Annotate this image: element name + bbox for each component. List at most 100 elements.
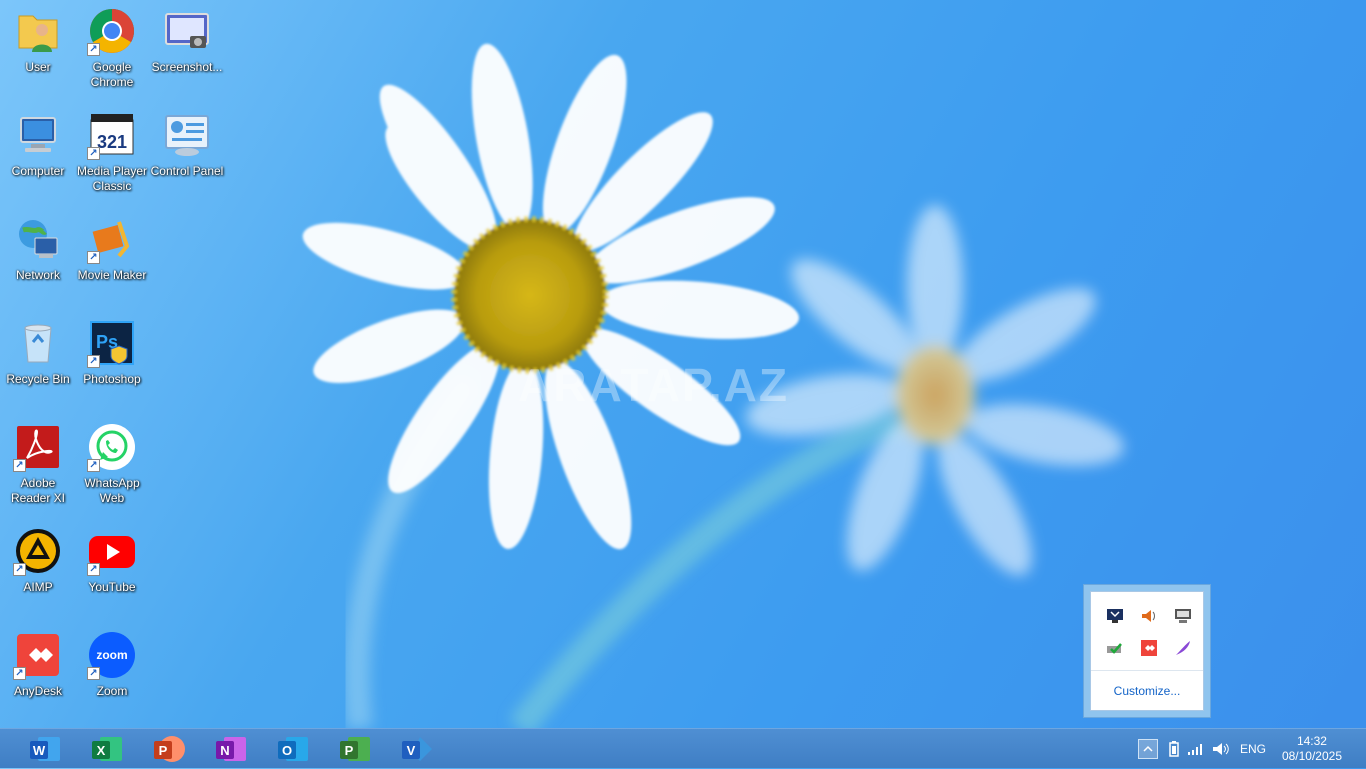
project-icon: P bbox=[340, 737, 370, 761]
battery-icon[interactable] bbox=[1168, 729, 1180, 769]
desktop-icon-control-panel[interactable]: Control Panel bbox=[149, 106, 225, 202]
shortcut-arrow-icon: ↗ bbox=[87, 251, 100, 264]
desktop-icon-label: User bbox=[25, 60, 51, 74]
desktop-icon-label: Computer bbox=[11, 164, 65, 178]
svg-text:W: W bbox=[33, 743, 46, 758]
desktop-icon-label: Photoshop bbox=[83, 372, 141, 386]
shortcut-arrow-icon: ↗ bbox=[13, 459, 26, 472]
desktop-icon-label: Screenshot... bbox=[151, 60, 223, 74]
notification-area-overflow-popup: Customize... bbox=[1083, 584, 1211, 718]
recycle-bin-icon bbox=[13, 318, 63, 368]
user-folder-icon bbox=[13, 6, 63, 56]
desktop-icon-aimp[interactable]: ↗ AIMP bbox=[0, 522, 76, 618]
feather-tray-icon[interactable] bbox=[1173, 638, 1193, 658]
powerpoint-icon: P bbox=[154, 736, 185, 762]
taskbar-project-button[interactable]: P bbox=[338, 733, 372, 765]
shortcut-arrow-icon: ↗ bbox=[87, 459, 100, 472]
taskbar-onenote-button[interactable]: N bbox=[214, 733, 248, 765]
desktop-icon-label: AnyDesk bbox=[13, 684, 63, 698]
desktop-icon-network[interactable]: Network bbox=[0, 210, 76, 306]
signal-strength-icon[interactable] bbox=[1187, 729, 1205, 769]
svg-text:321: 321 bbox=[97, 132, 127, 152]
safely-remove-hardware-icon[interactable] bbox=[1105, 638, 1125, 658]
svg-text:P: P bbox=[159, 743, 168, 758]
control-panel-icon bbox=[162, 110, 212, 160]
desktop-icon-user[interactable]: User bbox=[0, 2, 76, 98]
clock-date: 08/10/2025 bbox=[1281, 749, 1342, 763]
desktop-icon-google-chrome[interactable]: ↗ Google Chrome bbox=[74, 2, 150, 98]
svg-text:zoom: zoom bbox=[96, 648, 127, 662]
customize-link[interactable]: Customize... bbox=[1091, 684, 1203, 698]
taskbar: W X P N O P V ENG 14:32 08/10/2025 bbox=[0, 728, 1366, 768]
desktop-icon-label: YouTube bbox=[88, 580, 136, 594]
movie-maker-icon: ↗ bbox=[87, 214, 137, 264]
shortcut-arrow-icon: ↗ bbox=[87, 43, 100, 56]
svg-text:N: N bbox=[220, 743, 229, 758]
desktop-icon-anydesk[interactable]: ↗ AnyDesk bbox=[0, 626, 76, 722]
display-settings-icon[interactable] bbox=[1105, 606, 1125, 626]
desktop-icon-label: Zoom bbox=[96, 684, 128, 698]
svg-text:P: P bbox=[345, 743, 354, 758]
taskbar-outlook-button[interactable]: O bbox=[276, 733, 310, 765]
aimp-icon: ↗ bbox=[13, 526, 63, 576]
desktop-icon-label: Google Chrome bbox=[90, 60, 134, 89]
desktop-icon-label: Media Player Classic bbox=[76, 164, 148, 193]
outlook-icon: O bbox=[278, 737, 308, 761]
media-player-icon: 321 ↗ bbox=[87, 110, 137, 160]
chrome-icon: ↗ bbox=[87, 6, 137, 56]
input-language-indicator[interactable]: ENG bbox=[1240, 742, 1266, 756]
desktop-icon-label: Adobe Reader XI bbox=[10, 476, 66, 505]
desktop-icon-movie-maker[interactable]: ↗ Movie Maker bbox=[74, 210, 150, 306]
desktop-icon-label: Recycle Bin bbox=[6, 372, 70, 386]
desktop-icon-label: Movie Maker bbox=[77, 268, 147, 282]
tray-popup-divider bbox=[1091, 670, 1203, 671]
youtube-icon: ↗ bbox=[87, 526, 137, 576]
volume-icon[interactable] bbox=[1211, 729, 1231, 769]
desktop-icon-label: WhatsApp Web bbox=[84, 476, 140, 505]
shortcut-arrow-icon: ↗ bbox=[87, 667, 100, 680]
svg-text:X: X bbox=[97, 743, 106, 758]
speaker-icon[interactable] bbox=[1139, 606, 1159, 626]
taskbar-excel-button[interactable]: X bbox=[90, 733, 124, 765]
network-globe-icon bbox=[13, 214, 63, 264]
desktop-icon-media-player-classic[interactable]: 321 ↗ Media Player Classic bbox=[74, 106, 150, 202]
clock-time: 14:32 bbox=[1296, 734, 1327, 748]
svg-text:O: O bbox=[282, 743, 292, 758]
desktop-icon-recycle-bin[interactable]: Recycle Bin bbox=[0, 314, 76, 410]
taskbar-powerpoint-button[interactable]: P bbox=[152, 733, 186, 765]
shortcut-arrow-icon: ↗ bbox=[87, 355, 100, 368]
shortcut-arrow-icon: ↗ bbox=[13, 563, 26, 576]
desktop-icon-screenshot[interactable]: Screenshot... bbox=[149, 2, 225, 98]
monitor-icon[interactable] bbox=[1173, 606, 1193, 626]
word-icon: W bbox=[30, 737, 60, 761]
adobe-reader-icon: ↗ bbox=[13, 422, 63, 472]
shortcut-arrow-icon: ↗ bbox=[13, 667, 26, 680]
zoom-icon: zoom ↗ bbox=[87, 630, 137, 680]
anydesk-icon: ↗ bbox=[13, 630, 63, 680]
desktop-icon-label: Control Panel bbox=[150, 164, 224, 178]
onenote-icon: N bbox=[216, 737, 246, 761]
taskbar-word-button[interactable]: W bbox=[28, 733, 62, 765]
whatsapp-icon: ↗ bbox=[87, 422, 137, 472]
desktop-icon-whatsapp-web[interactable]: ↗ WhatsApp Web bbox=[74, 418, 150, 514]
watermark-text: ARATAP.AZ bbox=[518, 359, 789, 411]
desktop-icon-label: AIMP bbox=[23, 580, 53, 594]
screenshot-icon bbox=[162, 6, 212, 56]
desktop-icon-youtube[interactable]: ↗ YouTube bbox=[74, 522, 150, 618]
show-hidden-icons-button[interactable] bbox=[1138, 729, 1158, 769]
shortcut-arrow-icon: ↗ bbox=[87, 563, 100, 576]
visio-icon: V bbox=[402, 737, 432, 761]
chevron-up-icon bbox=[1138, 739, 1158, 759]
taskbar-visio-button[interactable]: V bbox=[400, 733, 434, 765]
desktop-icon-zoom[interactable]: zoom ↗ Zoom bbox=[74, 626, 150, 722]
desktop-icon-adobe-reader[interactable]: ↗ Adobe Reader XI bbox=[0, 418, 76, 514]
desktop-icon-photoshop[interactable]: Ps ↗ Photoshop bbox=[74, 314, 150, 410]
tray-popup-panel: Customize... bbox=[1090, 591, 1204, 711]
shortcut-arrow-icon: ↗ bbox=[87, 147, 100, 160]
desktop-icon-computer[interactable]: Computer bbox=[0, 106, 76, 202]
hidden-tray-icons bbox=[1103, 606, 1199, 658]
excel-icon: X bbox=[92, 737, 122, 761]
anydesk-tray-icon[interactable] bbox=[1139, 638, 1159, 658]
svg-text:V: V bbox=[407, 743, 416, 758]
taskbar-clock[interactable]: 14:32 08/10/2025 bbox=[1282, 734, 1342, 764]
